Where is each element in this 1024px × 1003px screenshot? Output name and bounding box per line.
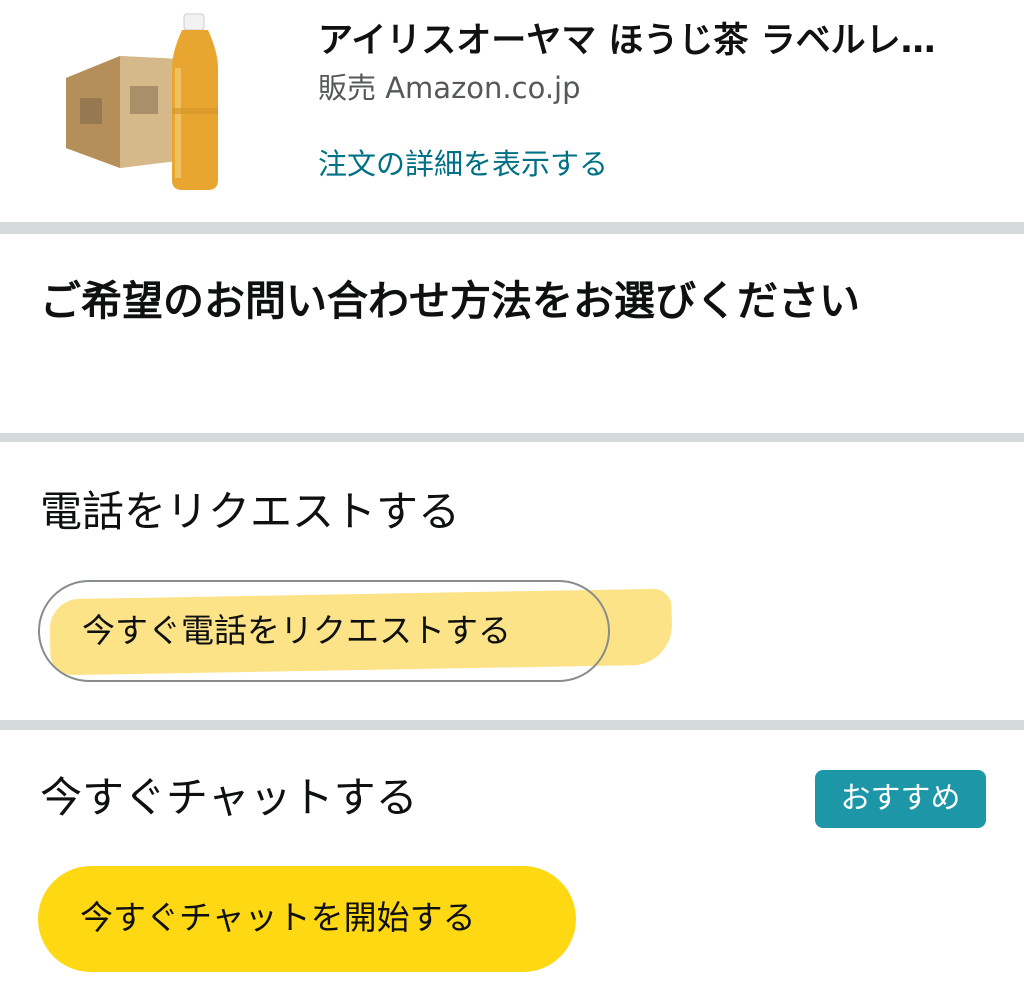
- product-image[interactable]: [60, 8, 260, 198]
- request-call-button-label: 今すぐ電話をリクエストする: [82, 611, 511, 650]
- phone-section-title: 電話をリクエストする: [40, 487, 461, 536]
- section-divider: [0, 222, 1024, 234]
- section-divider: [0, 720, 1024, 730]
- section-divider: [0, 433, 1024, 442]
- contact-method-heading: ご希望のお問い合わせ方法をお選びください: [40, 277, 860, 325]
- product-summary: アイリスオーヤマ ほうじ茶 ラベルレ… 販売 Amazon.co.jp 注文の詳…: [0, 0, 1024, 222]
- order-details-link[interactable]: 注文の詳細を表示する: [318, 144, 608, 184]
- start-chat-button[interactable]: 今すぐチャットを開始する: [38, 866, 576, 972]
- product-title[interactable]: アイリスオーヤマ ほうじ茶 ラベルレ…: [318, 18, 958, 64]
- request-call-button[interactable]: 今すぐ電話をリクエストする: [38, 580, 610, 682]
- recommended-badge: おすすめ: [815, 770, 986, 828]
- start-chat-button-label: 今すぐチャットを開始する: [80, 898, 476, 937]
- product-seller: 販売 Amazon.co.jp: [318, 71, 581, 105]
- chat-section-title: 今すぐチャットする: [40, 773, 418, 822]
